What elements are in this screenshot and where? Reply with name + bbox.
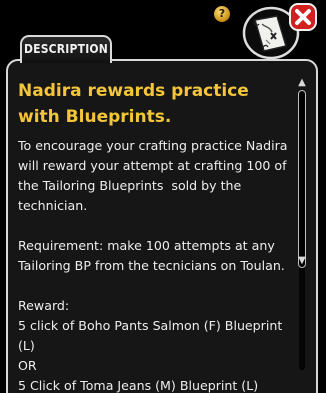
mission-description: To encourage your crafting practice Nadi… [18, 138, 292, 213]
scroll-thumb[interactable] [298, 90, 306, 268]
reward-or: OR [18, 358, 37, 373]
triangle-down-icon[interactable]: ▼ [297, 256, 307, 266]
tab-description[interactable]: DESCRIPTION [20, 35, 112, 63]
help-glyph: ? [218, 7, 226, 20]
tab-description-label: DESCRIPTION [23, 42, 109, 56]
triangle-up-icon[interactable]: ▲ [297, 78, 307, 88]
vertical-scrollbar[interactable]: ▲ ▼ [296, 78, 308, 378]
reward-option-1: 5 click of Boho Pants Salmon (F) Bluepri… [18, 318, 287, 353]
mission-window: ? DESCRIPTION Nadira rewards practice wi… [0, 0, 326, 393]
reward-option-2: 5 Click of Toma Jeans (M) Blueprint (L) [18, 378, 259, 393]
close-icon[interactable] [288, 2, 318, 32]
help-icon[interactable]: ? [214, 6, 230, 22]
mission-title: Nadira rewards practice with Blueprints. [18, 81, 249, 127]
mission-requirement: Requirement: make 100 attempts at any Ta… [18, 238, 285, 273]
reward-heading: Reward: [18, 298, 70, 313]
description-content: Nadira rewards practice with Blueprints.… [18, 78, 294, 393]
